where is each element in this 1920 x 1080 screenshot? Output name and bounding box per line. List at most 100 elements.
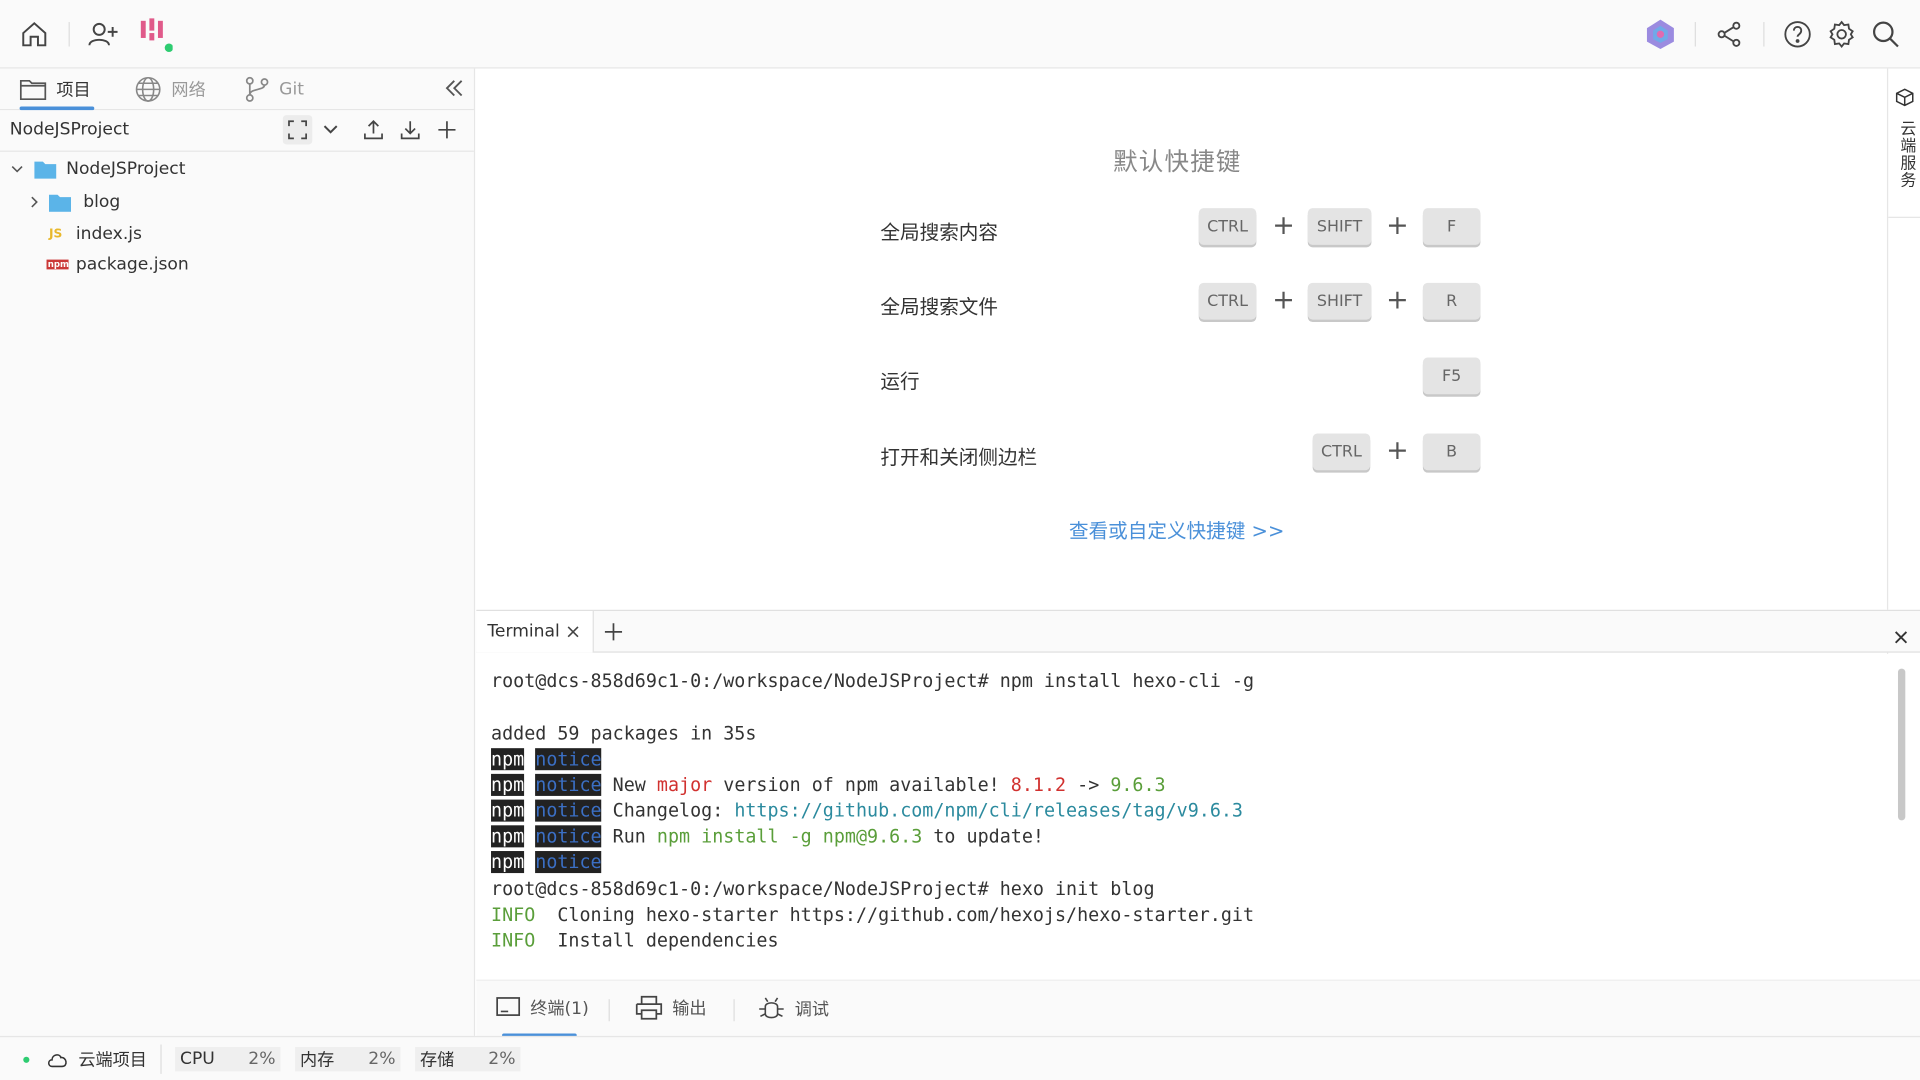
share-icon[interactable] xyxy=(1709,15,1748,54)
terminal-line: root@dcs-858d69c1-0:/workspace/NodeJSPro… xyxy=(491,877,1155,901)
tree-item-label: NodeJSProject xyxy=(66,159,186,179)
project-header: NodeJSProject xyxy=(0,110,474,152)
shortcut-label: 运行 xyxy=(880,369,920,394)
app-logo-icon[interactable] xyxy=(135,15,174,54)
editor-welcome: 默认快捷键 全局搜索内容 CTRL + SHIFT + F 全局搜索文件 CTR… xyxy=(476,68,1887,608)
tree-item-label: blog xyxy=(83,192,121,212)
terminal-icon xyxy=(496,997,521,1016)
tab-project-label: 项目 xyxy=(56,80,91,101)
js-file-icon: JS xyxy=(48,227,63,241)
toolbar-divider xyxy=(1694,22,1696,47)
tab-network[interactable]: 网络 xyxy=(135,69,206,111)
terminal-line: npm notice xyxy=(491,851,602,874)
terminal-line: npm notice New major version of npm avai… xyxy=(491,773,1166,796)
key-shift: SHIFT xyxy=(1307,282,1372,320)
tree-folder-blog[interactable]: blog xyxy=(27,187,120,216)
tab-divider xyxy=(608,999,610,1022)
shortcut-row: 打开和关闭侧边栏 CTRL + B xyxy=(880,433,1481,472)
key-shift: SHIFT xyxy=(1307,208,1372,245)
tab-network-label: 网络 xyxy=(171,80,206,101)
bug-icon xyxy=(759,997,784,1019)
fullscreen-icon[interactable] xyxy=(282,115,313,145)
shortcut-row: 全局搜索内容 CTRL + SHIFT + F xyxy=(880,208,1481,247)
close-panel-icon[interactable] xyxy=(1894,626,1908,649)
tab-project[interactable]: 项目 xyxy=(19,69,91,111)
terminal-line: npm notice Run npm install -g npm@9.6.3 … xyxy=(491,825,1044,848)
tree-file-index-js[interactable]: JS index.js xyxy=(49,219,142,248)
plus-sign: + xyxy=(1386,210,1409,242)
globe-icon xyxy=(135,76,161,102)
folder-icon xyxy=(48,194,72,212)
close-icon[interactable] xyxy=(567,626,579,638)
memory-value: 2% xyxy=(368,1049,396,1069)
status-bar: 云端项目 CPU 2% 内存 2% 存储 2% xyxy=(0,1035,1920,1080)
storage-usage: 存储 2% xyxy=(415,1046,521,1072)
shortcut-label: 全局搜索内容 xyxy=(880,220,998,244)
tree-root-folder[interactable]: NodeJSProject xyxy=(10,154,186,183)
terminal-line: INFO Install dependencies xyxy=(491,929,779,952)
connection-status-dot xyxy=(23,1056,30,1063)
tab-git[interactable]: Git xyxy=(245,69,304,111)
home-icon[interactable] xyxy=(15,15,54,54)
storage-label: 存储 xyxy=(420,1050,455,1071)
terminal-line: INFO Cloning hexo-starter https://github… xyxy=(491,903,1255,926)
cloud-service-tab[interactable]: 云端服务 xyxy=(1888,69,1920,218)
terminal-scrollbar[interactable] xyxy=(1897,668,1906,821)
printer-icon xyxy=(635,995,663,1020)
customize-shortcuts-link[interactable]: 查看或自定义快捷键 >> xyxy=(1069,514,1284,543)
add-user-icon[interactable] xyxy=(83,15,122,54)
add-file-icon[interactable] xyxy=(432,115,461,144)
plus-sign: + xyxy=(1386,435,1409,467)
shortcut-label: 全局搜索文件 xyxy=(880,295,998,319)
key-ctrl: CTRL xyxy=(1198,282,1257,320)
collapse-sidebar-icon[interactable] xyxy=(443,77,465,104)
cpu-value: 2% xyxy=(248,1049,276,1069)
toolbar-divider xyxy=(1763,22,1765,47)
cube-icon xyxy=(1895,88,1914,107)
sidebar: 项目 网络 Git NodeJSProject NodeJSProject bl… xyxy=(0,68,476,1036)
project-tools xyxy=(282,115,462,145)
terminal-line: npm notice Changelog: https://github.com… xyxy=(491,799,1244,822)
tree-item-label: index.js xyxy=(75,224,142,244)
plus-sign: + xyxy=(1272,210,1295,242)
chevron-right-icon xyxy=(31,196,38,208)
shortcut-label: 打开和关闭侧边栏 xyxy=(880,445,1038,469)
tab-debug-label: 调试 xyxy=(794,1000,829,1021)
shortcut-row: 运行 F5 xyxy=(880,357,1481,397)
cloud-project-indicator[interactable]: 云端项目 xyxy=(47,1047,147,1071)
tab-output[interactable]: 输出 xyxy=(635,995,707,1020)
tab-divider xyxy=(733,999,735,1022)
key-b: B xyxy=(1422,433,1481,471)
ai-assistant-icon[interactable] xyxy=(1641,15,1680,54)
bottom-panel-tabs: 终端(1) 输出 调试 xyxy=(476,979,1920,1038)
tab-terminal[interactable]: 终端(1) xyxy=(496,996,589,1020)
key-r: R xyxy=(1422,282,1481,320)
settings-icon[interactable] xyxy=(1822,15,1861,54)
shortcut-row: 全局搜索文件 CTRL + SHIFT + R xyxy=(880,282,1481,322)
tree-file-package-json[interactable]: npm package.json xyxy=(46,250,189,279)
terminal-line: added 59 packages in 35s xyxy=(491,722,757,745)
ide-window: 项目 网络 Git NodeJSProject NodeJSProject bl… xyxy=(0,0,1920,1080)
memory-label: 内存 xyxy=(300,1050,335,1071)
terminal-output[interactable]: root@dcs-858d69c1-0:/workspace/NodeJSPro… xyxy=(476,653,1920,980)
key-ctrl: CTRL xyxy=(1312,433,1371,471)
sidebar-tabs: 项目 网络 Git xyxy=(0,69,474,111)
project-name: NodeJSProject xyxy=(9,120,130,140)
tab-output-label: 输出 xyxy=(672,999,707,1019)
cloud-project-label: 云端项目 xyxy=(78,1050,147,1071)
download-icon[interactable] xyxy=(396,115,425,144)
search-icon[interactable] xyxy=(1866,15,1905,54)
terminal-tabbar: Terminal xyxy=(476,609,1920,653)
terminal-tab[interactable]: Terminal xyxy=(476,611,594,653)
key-f: F xyxy=(1422,208,1481,245)
tab-debug[interactable]: 调试 xyxy=(758,996,829,1023)
plus-sign: + xyxy=(1272,285,1295,316)
upload-icon[interactable] xyxy=(359,115,388,144)
folder-icon xyxy=(19,79,47,101)
new-terminal-icon[interactable] xyxy=(604,622,624,646)
memory-usage: 内存 2% xyxy=(295,1046,401,1072)
git-branch-icon xyxy=(245,76,269,102)
chevron-down-icon[interactable] xyxy=(320,115,342,144)
help-icon[interactable] xyxy=(1778,15,1817,54)
tab-git-label: Git xyxy=(279,79,304,100)
